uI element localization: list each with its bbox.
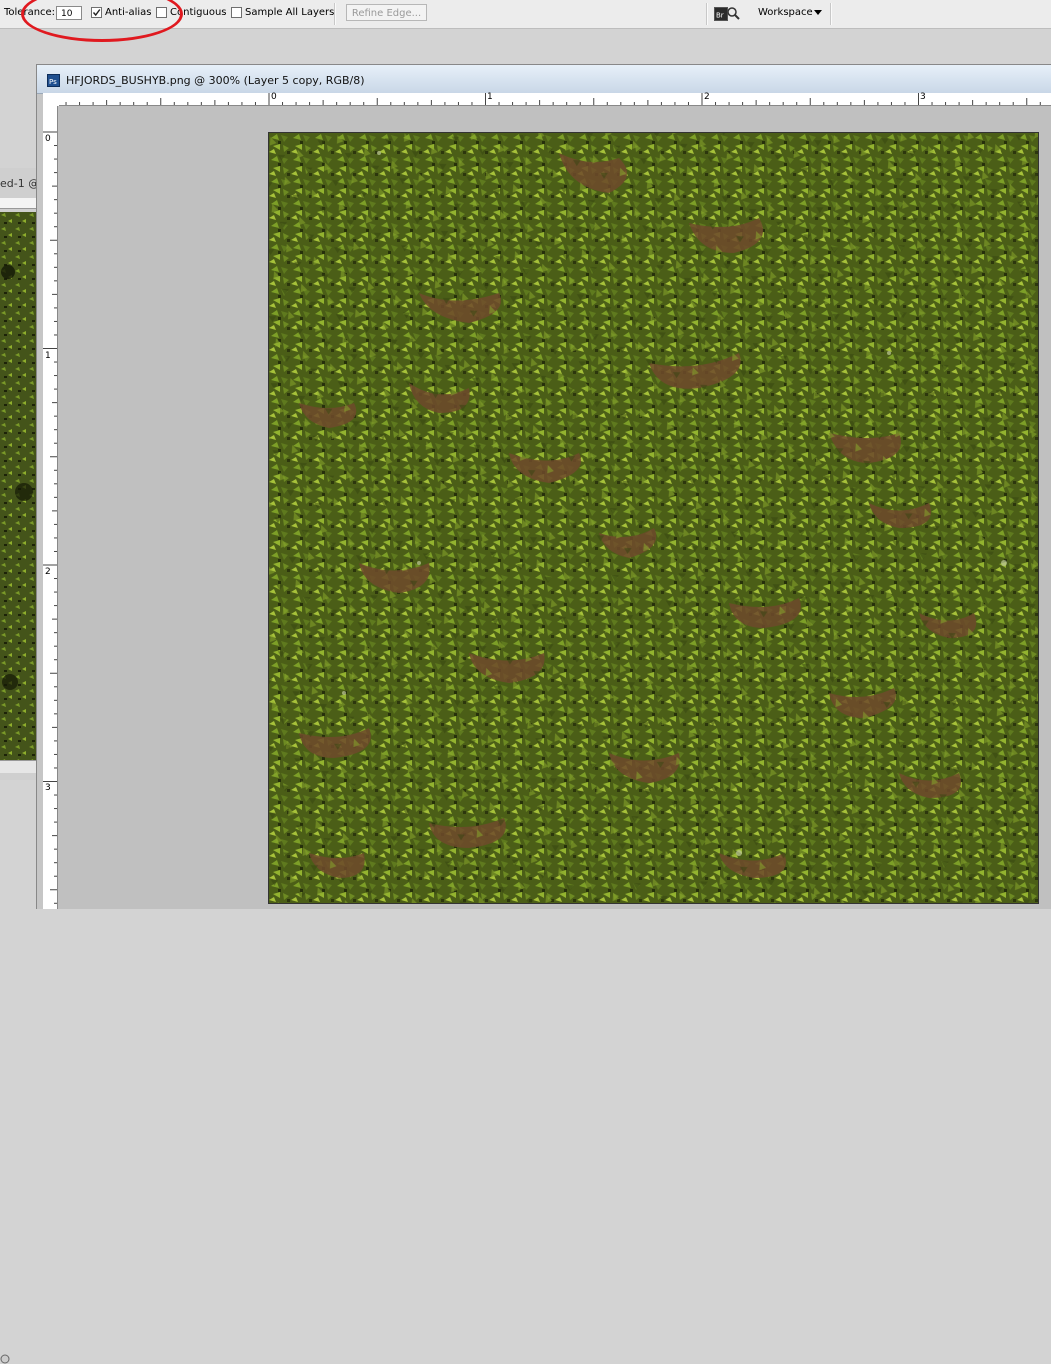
chevron-down-icon[interactable] [814,10,822,15]
annotation-highlight-oval [21,0,183,42]
svg-text:Br: Br [716,12,724,20]
toolbar-separator [706,3,708,25]
background-document-status-bar [0,760,36,1364]
refine-edge-button[interactable]: Refine Edge... [346,4,427,21]
document-title-bar[interactable]: Ps HFJORDS_BUSHYB.png @ 300% (Layer 5 co… [37,65,1051,94]
background-document-title[interactable]: ed-1 @ [0,177,39,190]
svg-text:Ps: Ps [49,78,57,86]
background-document-image [0,212,36,760]
ruler-label: 1 [487,92,493,102]
ruler-label: 0 [45,134,51,144]
workspace-menu-label[interactable]: Workspace [758,7,813,18]
ruler-label: 3 [920,92,926,102]
sample-all-layers-label: Sample All Layers [245,7,335,18]
ruler-label: 1 [45,351,51,361]
document-title: HFJORDS_BUSHYB.png @ 300% (Layer 5 copy,… [66,74,365,87]
vertical-ruler[interactable]: 0 1 2 3 [43,106,58,909]
horizontal-ruler[interactable]: 0 1 2 3 [59,93,1051,106]
photoshop-doc-icon: Ps [47,74,60,87]
canvas-pasteboard[interactable] [58,106,1051,909]
background-document-ruler [0,198,36,209]
ruler-label: 0 [271,92,277,102]
background-document-window[interactable]: ed-1 @ [0,168,39,1364]
options-bar: Tolerance: 10 Anti-alias Contiguous Samp… [0,0,1051,42]
toolbar-separator [334,3,336,25]
ruler-origin-corner[interactable] [43,93,60,107]
ruler-label: 2 [704,92,710,102]
status-circle-icon[interactable] [0,1354,10,1364]
foliage-texture-image[interactable] [268,132,1039,904]
bridge-icon[interactable]: Br [714,5,740,22]
sample-all-layers-checkbox[interactable] [231,7,242,18]
document-window[interactable]: Ps HFJORDS_BUSHYB.png @ 300% (Layer 5 co… [36,64,1051,909]
ruler-label: 2 [45,567,51,577]
ruler-label: 3 [45,783,51,793]
toolbar-separator [830,3,832,25]
